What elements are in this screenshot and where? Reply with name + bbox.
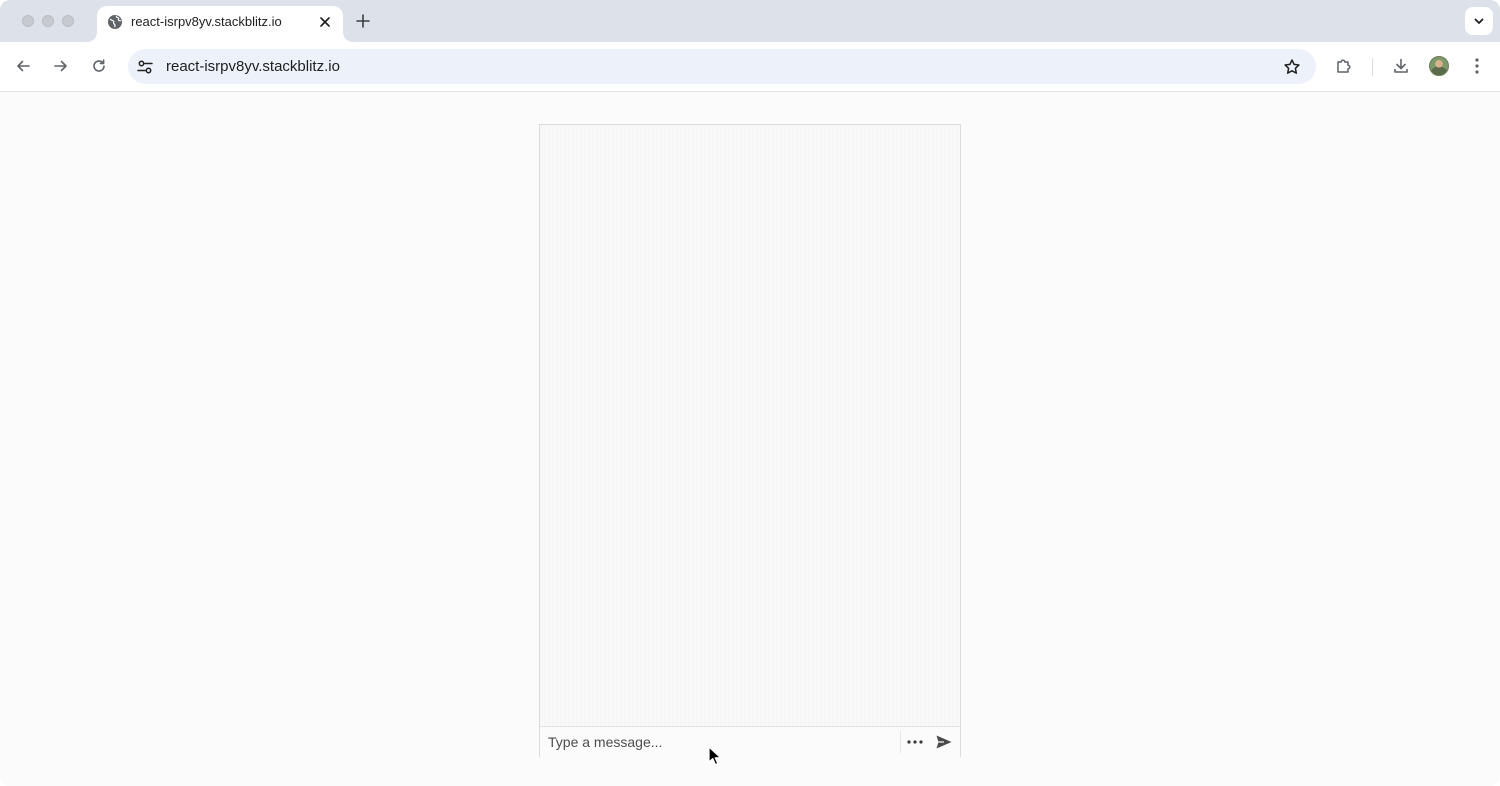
chevron-down-icon[interactable] bbox=[1465, 7, 1493, 35]
chat-panel bbox=[539, 124, 961, 757]
tune-icon[interactable] bbox=[136, 58, 154, 76]
globe-icon bbox=[107, 14, 123, 30]
url-text[interactable]: react-isrpv8yv.stackblitz.io bbox=[166, 58, 340, 75]
browser-window: react-isrpv8yv.stackblitz.io react-isrpv… bbox=[0, 0, 1500, 786]
star-icon[interactable] bbox=[1282, 57, 1302, 77]
download-icon[interactable] bbox=[1390, 55, 1412, 77]
message-composer bbox=[540, 726, 960, 757]
close-icon[interactable] bbox=[317, 14, 333, 30]
composer-divider bbox=[900, 731, 901, 753]
toolbar-divider bbox=[1372, 58, 1373, 76]
message-input[interactable] bbox=[540, 727, 900, 757]
window-maximize-button[interactable] bbox=[62, 15, 74, 27]
page-content bbox=[0, 92, 1500, 786]
puzzle-icon[interactable] bbox=[1333, 55, 1355, 77]
kebab-menu-icon[interactable] bbox=[1467, 55, 1487, 77]
tab-active[interactable]: react-isrpv8yv.stackblitz.io bbox=[97, 6, 343, 42]
plus-icon[interactable] bbox=[354, 12, 372, 30]
message-list bbox=[540, 125, 960, 726]
tab-title: react-isrpv8yv.stackblitz.io bbox=[131, 14, 282, 29]
browser-toolbar: react-isrpv8yv.stackblitz.io bbox=[0, 42, 1500, 92]
avatar[interactable] bbox=[1429, 56, 1449, 76]
send-icon[interactable] bbox=[933, 731, 955, 753]
arrow-right-icon[interactable] bbox=[49, 54, 73, 78]
tab-strip: react-isrpv8yv.stackblitz.io bbox=[0, 0, 1500, 42]
window-close-button[interactable] bbox=[22, 15, 34, 27]
address-bar[interactable]: react-isrpv8yv.stackblitz.io bbox=[128, 49, 1316, 84]
window-minimize-button[interactable] bbox=[42, 15, 54, 27]
reload-icon[interactable] bbox=[87, 54, 111, 78]
arrow-left-icon[interactable] bbox=[11, 54, 35, 78]
more-horizontal-icon[interactable] bbox=[904, 731, 926, 753]
